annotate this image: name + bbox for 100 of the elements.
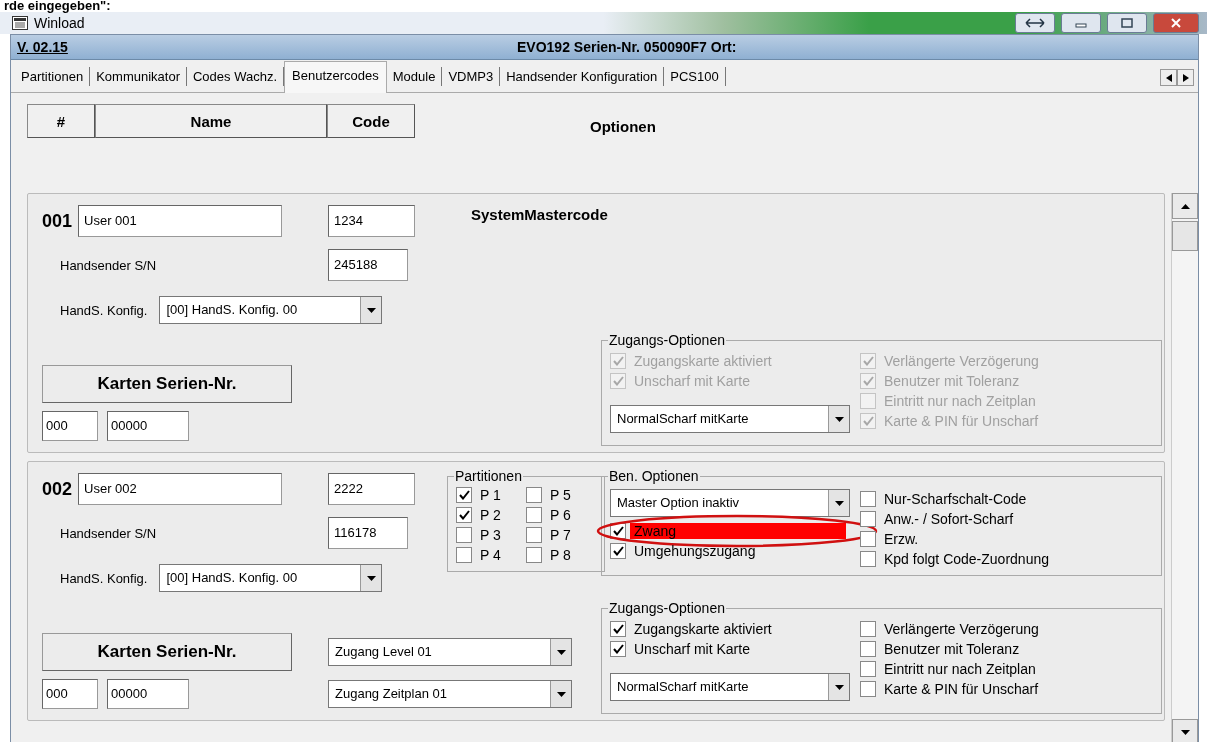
code-field[interactable]: 1234 [328,205,415,237]
resize-button[interactable] [1015,13,1055,33]
scroll-left-button[interactable] [1160,69,1177,86]
checkbox[interactable] [526,547,542,563]
maximize-button[interactable] [1107,13,1147,33]
access-level-dropdown[interactable]: Zugang Level 01 [328,638,572,666]
checkbox[interactable] [860,621,876,637]
serial-field[interactable]: 245188 [328,249,408,281]
tab[interactable]: Benutzercodes [284,61,387,93]
caption-text: rde eingegeben": [3,0,112,12]
checkbox[interactable] [860,531,876,547]
check-icon [862,416,874,426]
checkbox-label: Unscharf mit Karte [634,373,750,389]
checkbox-label: P 8 [550,547,571,563]
check-icon [458,490,470,500]
version-link[interactable]: V. 02.15 [17,39,517,55]
card-field[interactable]: 00000 [107,679,189,709]
column-header: Optionen [590,116,656,135]
checkbox-label: P 2 [480,507,501,523]
checkbox[interactable] [860,491,876,507]
checkbox[interactable] [860,661,876,677]
name-field[interactable]: User 001 [78,205,283,237]
master-label: SystemMastercode [470,205,609,223]
field-label: Handsender S/N [59,525,158,541]
checkbox-label: Zugangskarte aktiviert [634,621,772,637]
tab[interactable]: Kommunikator [90,67,187,86]
check-icon [612,644,624,654]
checkbox[interactable] [526,507,542,523]
checkbox-label: Nur-Scharfschalt-Code [884,491,1027,507]
config-dropdown[interactable]: [00] HandS. Konfig. 00 [159,564,383,592]
close-button[interactable] [1153,13,1199,33]
card-field[interactable]: 000 [42,411,98,441]
scroll-down-button[interactable] [1172,719,1198,742]
checkbox-label: Benutzer mit Toleranz [884,641,1020,657]
checkbox[interactable] [610,641,626,657]
checkbox-label: P 3 [480,527,501,543]
checkbox[interactable] [860,641,876,657]
tab[interactable]: Handsender Konfiguration [500,67,665,86]
master-option-dropdown[interactable]: Master Option inaktiv [610,489,850,517]
checkbox-label: P 4 [480,547,501,563]
column-header[interactable]: # [27,104,95,138]
scroll-thumb[interactable] [1172,221,1198,251]
dropdown-arrow-icon [834,684,844,690]
down-arrow-icon [1180,729,1190,735]
checkbox[interactable] [610,621,626,637]
card-serial-button[interactable]: Karten Serien-Nr. [42,365,292,403]
tab[interactable]: Partitionen [15,67,91,86]
dropdown-arrow-icon [366,575,376,581]
checkbox[interactable] [526,527,542,543]
code-field[interactable]: 2222 [328,473,415,505]
check-icon [612,526,624,536]
arm-mode-dropdown[interactable]: NormalScharf mitKarte [610,673,850,701]
config-dropdown[interactable]: [00] HandS. Konfig. 00 [159,296,383,324]
tab[interactable]: VDMP3 [442,67,501,86]
serial-field[interactable]: 116178 [328,517,408,549]
scrollbar[interactable] [1171,193,1198,742]
field-label: Handsender S/N [59,257,158,273]
scroll-right-button[interactable] [1177,69,1194,86]
checkbox-label: Zugangskarte aktiviert [634,353,772,369]
dropdown-arrow-icon [834,500,844,506]
scroll-up-button[interactable] [1172,193,1198,219]
name-field[interactable]: User 002 [78,473,283,505]
checkbox-label: Verlängerte Verzögerung [884,353,1039,369]
up-arrow-icon [1180,203,1190,209]
checkbox[interactable] [860,511,876,527]
checkbox[interactable] [456,527,472,543]
left-arrow-icon [1165,73,1172,82]
check-icon [862,356,874,366]
user-number: 001 [42,210,73,232]
checkbox[interactable] [456,547,472,563]
checkbox[interactable] [456,487,472,503]
checkbox[interactable] [860,681,876,697]
group-legend: Zugangs-Optionen [608,600,726,616]
checkbox-label: P 7 [550,527,571,543]
column-header[interactable]: Code [327,104,415,138]
check-icon [612,376,624,386]
schedule-dropdown[interactable]: Zugang Zeitplan 01 [328,680,572,708]
card-serial-button[interactable]: Karten Serien-Nr. [42,633,292,671]
check-icon [612,356,624,366]
checkbox[interactable] [610,543,626,559]
dropdown-arrow-icon [834,416,844,422]
check-icon [612,546,624,556]
minimize-button[interactable] [1061,13,1101,33]
checkbox[interactable] [526,487,542,503]
card-field[interactable]: 000 [42,679,98,709]
column-header[interactable]: Name [95,104,327,138]
tab[interactable]: PCS100 [664,67,726,86]
tab[interactable]: Module [386,67,443,86]
maximize-icon [1121,18,1133,28]
checkbox-label: P 6 [550,507,571,523]
checkbox-label: Zwang [630,523,847,539]
window-title: Winload [34,15,86,31]
field-label: HandS. Konfig. [59,302,148,318]
checkbox[interactable] [860,551,876,567]
card-field[interactable]: 00000 [107,411,189,441]
app-icon [12,16,28,30]
device-info: EVO192 Serien-Nr. 050090F7 Ort: [517,39,737,55]
checkbox-label: Karte & PIN für Unscharf [884,413,1039,429]
checkbox[interactable] [456,507,472,523]
check-icon [612,624,624,634]
